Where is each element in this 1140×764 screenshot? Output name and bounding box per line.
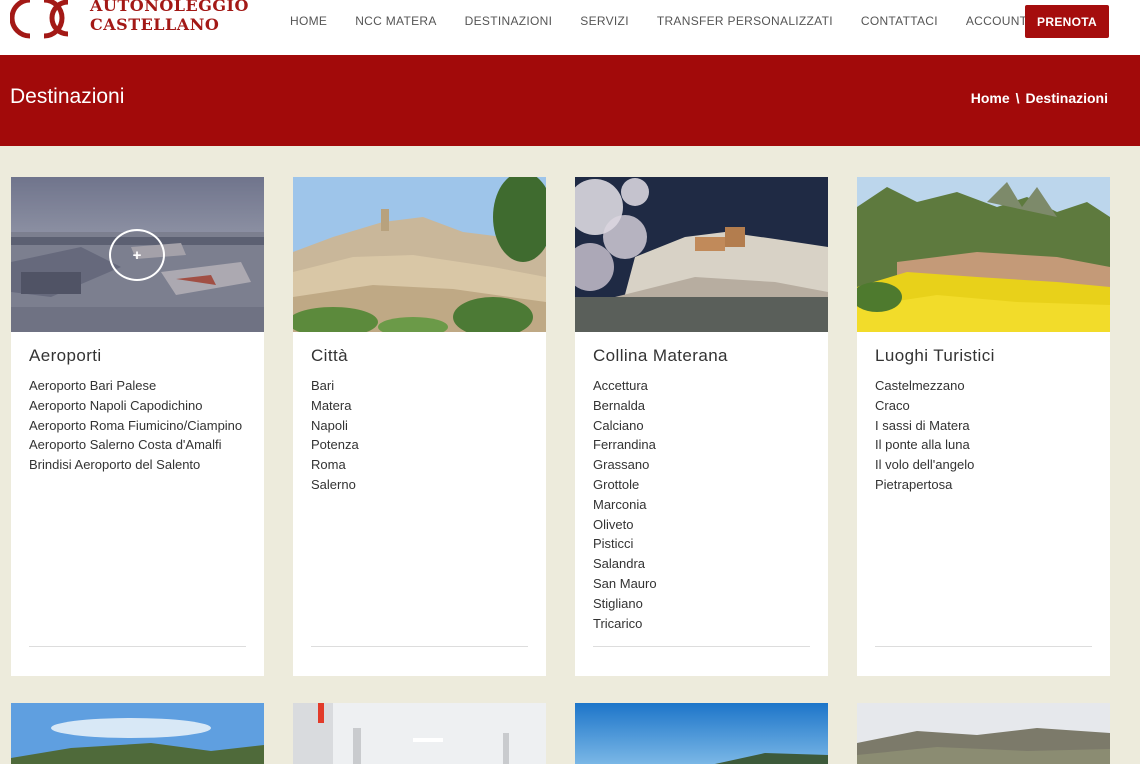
destination-list: Castelmezzano Craco I sassi di Matera Il…	[875, 378, 1093, 497]
destination-list: Bari Matera Napoli Potenza Roma Salerno	[311, 378, 529, 497]
card-title: Luoghi Turistici	[875, 346, 995, 365]
card-image-luoghi-turistici[interactable]	[857, 177, 1110, 332]
card-image-collina-materana[interactable]	[575, 177, 828, 332]
list-item[interactable]: Salerno	[311, 477, 529, 492]
nav-account[interactable]: ACCOUNT	[966, 14, 1027, 28]
logo-line-1: AUTONOLEGGIO	[90, 0, 249, 15]
destination-list: Accettura Bernalda Calciano Ferrandina G…	[593, 378, 811, 635]
card-image-row2-1[interactable]	[11, 703, 264, 764]
list-item[interactable]: Tricarico	[593, 616, 811, 631]
card-divider	[311, 646, 528, 647]
main-nav: HOME NCC MATERA DESTINAZIONI SERVIZI TRA…	[290, 14, 1055, 28]
list-item[interactable]: Brindisi Aeroporto del Salento	[29, 457, 247, 472]
card-image-row2-4[interactable]	[857, 703, 1110, 764]
card-image-row2-3[interactable]	[575, 703, 828, 764]
nav-contattaci[interactable]: CONTATTACI	[861, 14, 938, 28]
list-item[interactable]: Potenza	[311, 437, 529, 452]
list-item[interactable]: Salandra	[593, 556, 811, 571]
list-item[interactable]: Aeroporto Roma Fiumicino/Ciampino	[29, 418, 247, 433]
list-item[interactable]: Ferrandina	[593, 437, 811, 452]
list-item[interactable]: Grottole	[593, 477, 811, 492]
list-item[interactable]: Castelmezzano	[875, 378, 1093, 393]
breadcrumb-home[interactable]: Home	[971, 90, 1010, 106]
card-row2-4	[857, 703, 1110, 764]
breadcrumb-separator: \	[1015, 90, 1020, 106]
card-image-citta[interactable]	[293, 177, 546, 332]
list-item[interactable]: Matera	[311, 398, 529, 413]
destination-list: Aeroporto Bari Palese Aeroporto Napoli C…	[29, 378, 247, 477]
list-item[interactable]: Pisticci	[593, 536, 811, 551]
card-image-row2-2[interactable]	[293, 703, 546, 764]
card-row2-1	[11, 703, 264, 764]
card-image-aeroporti[interactable]: +	[11, 177, 264, 332]
card-citta: Città Bari Matera Napoli Potenza Roma Sa…	[293, 177, 546, 676]
list-item[interactable]: Roma	[311, 457, 529, 472]
card-title: Collina Materana	[593, 346, 728, 365]
nav-transfer-personalizzati[interactable]: TRANSFER PERSONALIZZATI	[657, 14, 833, 28]
list-item[interactable]: Bari	[311, 378, 529, 393]
logo-text: AUTONOLEGGIO CASTELLANO	[90, 0, 249, 34]
list-item[interactable]: I sassi di Matera	[875, 418, 1093, 433]
breadcrumb-current: Destinazioni	[1025, 90, 1108, 106]
list-item[interactable]: Aeroporto Napoli Capodichino	[29, 398, 247, 413]
card-row2-2	[293, 703, 546, 764]
breadcrumb: Home \ Destinazioni	[971, 90, 1108, 106]
page-title: Destinazioni	[10, 85, 125, 108]
page-banner: Destinazioni Home \ Destinazioni	[0, 55, 1140, 146]
card-title: Città	[311, 346, 348, 365]
list-item[interactable]: Oliveto	[593, 517, 811, 532]
nav-ncc-matera[interactable]: NCC MATERA	[355, 14, 436, 28]
card-aeroporti: + Aeroporti Aeroporto Bari Palese Aeropo…	[11, 177, 264, 676]
logo-mark-icon	[10, 0, 69, 39]
list-item[interactable]: Marconia	[593, 497, 811, 512]
list-item[interactable]: Aeroporto Salerno Costa d'Amalfi	[29, 437, 247, 452]
plus-symbol: +	[132, 246, 142, 264]
nav-destinazioni[interactable]: DESTINAZIONI	[465, 14, 553, 28]
list-item[interactable]: Stigliano	[593, 596, 811, 611]
plus-icon[interactable]: +	[109, 229, 165, 281]
list-item[interactable]: Grassano	[593, 457, 811, 472]
list-item[interactable]: Aeroporto Bari Palese	[29, 378, 247, 393]
list-item[interactable]: San Mauro	[593, 576, 811, 591]
list-item[interactable]: Il volo dell'angelo	[875, 457, 1093, 472]
list-item[interactable]: Craco	[875, 398, 1093, 413]
list-item[interactable]: Accettura	[593, 378, 811, 393]
list-item[interactable]: Il ponte alla luna	[875, 437, 1093, 452]
nav-home[interactable]: HOME	[290, 14, 327, 28]
card-title: Aeroporti	[29, 346, 102, 365]
list-item[interactable]: Bernalda	[593, 398, 811, 413]
site-header: AUTONOLEGGIO CASTELLANO HOME NCC MATERA …	[0, 0, 1140, 55]
nav-servizi[interactable]: SERVIZI	[580, 14, 629, 28]
site-logo[interactable]: AUTONOLEGGIO CASTELLANO	[10, 0, 250, 42]
prenota-button[interactable]: PRENOTA	[1025, 5, 1109, 38]
card-collina-materana: Collina Materana Accettura Bernalda Calc…	[575, 177, 828, 676]
card-divider	[875, 646, 1092, 647]
card-row2-3	[575, 703, 828, 764]
list-item[interactable]: Calciano	[593, 418, 811, 433]
card-divider	[593, 646, 810, 647]
list-item[interactable]: Napoli	[311, 418, 529, 433]
list-item[interactable]: Pietrapertosa	[875, 477, 1093, 492]
logo-line-2: CASTELLANO	[90, 15, 220, 34]
card-divider	[29, 646, 246, 647]
card-luoghi-turistici: Luoghi Turistici Castelmezzano Craco I s…	[857, 177, 1110, 676]
